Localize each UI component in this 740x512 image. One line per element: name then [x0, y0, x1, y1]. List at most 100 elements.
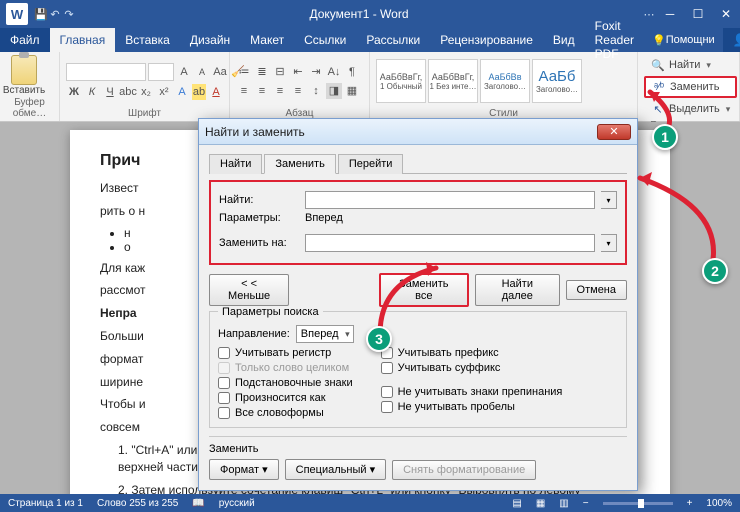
view-print-icon[interactable]: ▦ [536, 498, 545, 509]
paste-button[interactable]: Вставить [6, 55, 42, 96]
tab-layout[interactable]: Макет [240, 28, 294, 52]
styles-gallery[interactable]: АаБбВвГг, 1 Обычный АаБбВвГг, 1 Без инте… [376, 59, 582, 103]
align-right-icon[interactable]: ≡ [272, 83, 288, 99]
style-normal[interactable]: АаБбВвГг, 1 Обычный [376, 59, 426, 103]
share-button[interactable]: 👤 Общий доступ [723, 28, 740, 52]
less-button[interactable]: < < Меньше [209, 274, 289, 306]
zoom-in-icon[interactable]: + [687, 498, 693, 509]
format-button[interactable]: Формат ▾ [209, 459, 279, 480]
replace-button[interactable]: ᵃ⁄ᵇ Заменить [644, 76, 737, 98]
numbering-icon[interactable]: ≣ [254, 64, 270, 80]
decrease-indent-icon[interactable]: ⇤ [290, 64, 306, 80]
dialog-tab-replace[interactable]: Заменить [264, 154, 335, 174]
minimize-button[interactable]: ─ [656, 7, 684, 21]
chevron-down-icon: ▾ [706, 60, 711, 71]
shading-icon[interactable]: ◨ [326, 83, 342, 99]
tell-me[interactable]: 💡 Помощни [644, 28, 723, 52]
suffix-check[interactable] [381, 362, 393, 374]
direction-select[interactable]: Вперед [296, 325, 354, 343]
tab-mailings[interactable]: Рассылки [356, 28, 430, 52]
font-name-box[interactable] [66, 63, 146, 81]
search-icon: 🔍 [651, 58, 665, 72]
strike-icon[interactable]: abc [120, 84, 136, 100]
bullets-icon[interactable]: ≔ [236, 64, 252, 80]
sounds-like-check[interactable] [218, 392, 230, 404]
show-marks-icon[interactable]: ¶ [344, 64, 360, 80]
find-input[interactable] [305, 191, 595, 209]
match-case-check[interactable] [218, 347, 230, 359]
italic-icon[interactable]: К [84, 84, 100, 100]
tab-view[interactable]: Вид [543, 28, 585, 52]
line-spacing-icon[interactable]: ↕ [308, 83, 324, 99]
change-case-icon[interactable]: Aa [212, 64, 228, 80]
zoom-slider[interactable] [603, 502, 673, 505]
grow-font-icon[interactable]: A [176, 64, 192, 80]
sort-icon[interactable]: A↓ [326, 64, 342, 80]
ignore-space-check[interactable] [381, 401, 393, 413]
tab-home[interactable]: Главная [50, 28, 116, 52]
dialog-title-bar[interactable]: Найти и заменить ✕ [199, 119, 637, 145]
tab-references[interactable]: Ссылки [294, 28, 356, 52]
zoom-level[interactable]: 100% [706, 498, 732, 509]
align-center-icon[interactable]: ≡ [254, 83, 270, 99]
qat-redo-icon[interactable]: ↷ [62, 7, 76, 21]
replace-dropdown[interactable]: ▾ [601, 234, 617, 252]
font-size-box[interactable] [148, 63, 174, 81]
wildcards-check[interactable] [218, 377, 230, 389]
close-button[interactable]: ✕ [712, 7, 740, 21]
status-spellcheck-icon[interactable]: 📖 [192, 498, 204, 509]
maximize-button[interactable]: ☐ [684, 7, 712, 21]
ignore-punct-check[interactable] [381, 386, 393, 398]
increase-indent-icon[interactable]: ⇥ [308, 64, 324, 80]
tab-design[interactable]: Дизайн [180, 28, 240, 52]
style-heading1[interactable]: АаБбВв Заголово… [480, 59, 530, 103]
align-left-icon[interactable]: ≡ [236, 83, 252, 99]
replace-input[interactable] [305, 234, 595, 252]
qat-undo-icon[interactable]: ↶ [48, 7, 62, 21]
superscript-icon[interactable]: x² [156, 84, 172, 100]
ribbon-options-icon[interactable]: ⋯ [642, 7, 656, 21]
find-next-button[interactable]: Найти далее [475, 274, 559, 306]
justify-icon[interactable]: ≡ [290, 83, 306, 99]
all-forms-check[interactable] [218, 407, 230, 419]
search-options-legend: Параметры поиска [218, 306, 323, 318]
dialog-close-button[interactable]: ✕ [597, 124, 631, 140]
shrink-font-icon[interactable]: A [194, 64, 210, 80]
find-dropdown[interactable]: ▾ [601, 191, 617, 209]
dialog-tab-find[interactable]: Найти [209, 154, 262, 174]
special-button[interactable]: Специальный ▾ [285, 459, 386, 480]
find-replace-fields: Найти: ▾ Параметры: Вперед Заменить на: … [209, 180, 627, 265]
text-effects-icon[interactable]: A [174, 84, 190, 100]
find-button[interactable]: 🔍 Найти ▾ [644, 55, 737, 75]
tab-file[interactable]: Файл [0, 28, 50, 52]
underline-icon[interactable]: Ч [102, 84, 118, 100]
ribbon: Вставить Буфер обме… A A Aa 🧹 Ж К Ч [0, 52, 740, 122]
callout-2: 2 [702, 258, 728, 284]
style-nospacing[interactable]: АаБбВвГг, 1 Без инте… [428, 59, 478, 103]
tab-foxit[interactable]: Foxit Reader PDF [585, 28, 644, 52]
bold-icon[interactable]: Ж [66, 84, 82, 100]
view-web-icon[interactable]: ▥ [559, 498, 568, 509]
status-page[interactable]: Страница 1 из 1 [8, 498, 83, 509]
qat-save-icon[interactable]: 💾 [34, 7, 48, 21]
whole-word-check [218, 362, 230, 374]
status-language[interactable]: русский [219, 498, 255, 509]
tab-insert[interactable]: Вставка [115, 28, 180, 52]
borders-icon[interactable]: ▦ [344, 83, 360, 99]
view-read-icon[interactable]: ▤ [512, 498, 521, 509]
multilevel-icon[interactable]: ⊟ [272, 64, 288, 80]
font-color-icon[interactable]: A [208, 84, 224, 100]
dialog-tab-goto[interactable]: Перейти [338, 154, 404, 174]
status-bar: Страница 1 из 1 Слово 255 из 255 📖 русск… [0, 494, 740, 512]
style-heading2[interactable]: АаБб Заголово… [532, 59, 582, 103]
subscript-icon[interactable]: x₂ [138, 84, 154, 100]
direction-label: Направление: [218, 328, 290, 340]
cancel-button[interactable]: Отмена [566, 280, 627, 300]
no-formatting-button: Снять форматирование [392, 460, 536, 480]
select-button[interactable]: ↖ Выделить ▾ [644, 99, 737, 119]
zoom-out-icon[interactable]: − [583, 498, 589, 509]
tab-review[interactable]: Рецензирование [430, 28, 543, 52]
status-words[interactable]: Слово 255 из 255 [97, 498, 178, 509]
replace-all-button[interactable]: Заменить все [379, 273, 469, 307]
highlight-icon[interactable]: ab [192, 84, 206, 100]
